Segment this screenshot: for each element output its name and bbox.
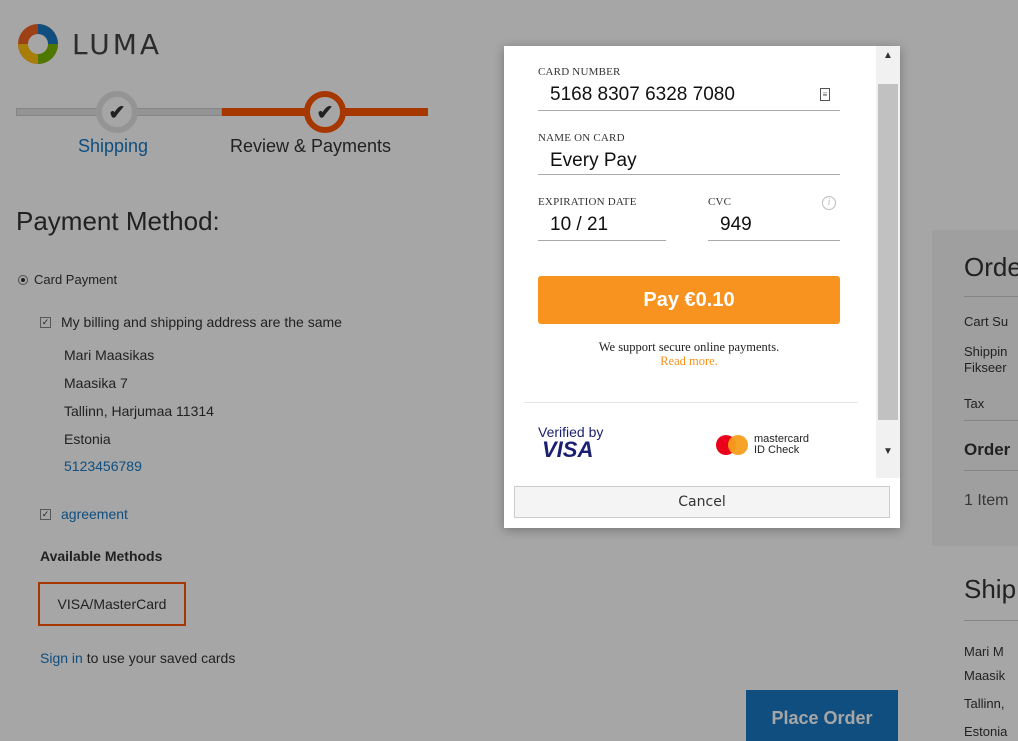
mastercard-line2: ID Check: [754, 444, 800, 456]
mastercard-text: mastercard ID Check: [754, 434, 809, 456]
cvc-label: CVC: [708, 196, 732, 208]
expiration-date-label: EXPIRATION DATE: [538, 196, 637, 208]
scroll-thumb[interactable]: [878, 84, 898, 420]
card-number-underline: [538, 110, 840, 111]
cvc-input[interactable]: 949: [720, 214, 752, 236]
name-underline: [538, 174, 840, 175]
expiration-underline: [538, 240, 666, 241]
cvc-underline: [708, 240, 840, 241]
modal-divider: [524, 402, 858, 403]
card-form: CARD NUMBER 5168 8307 6328 7080 ≡ NAME O…: [504, 46, 876, 478]
mastercard-icon: [716, 435, 748, 455]
visa-text: VISA: [542, 437, 594, 462]
secure-payments-text: We support secure online payments.: [598, 340, 780, 354]
card-number-label: CARD NUMBER: [538, 66, 621, 78]
card-payment-modal: CARD NUMBER 5168 8307 6328 7080 ≡ NAME O…: [504, 46, 900, 528]
mastercard-id-check-logo: mastercard ID Check: [716, 434, 809, 456]
scroll-up-arrow-icon[interactable]: ▲: [876, 50, 900, 70]
read-more-link[interactable]: Read more.: [538, 354, 840, 369]
verified-by-visa-logo: Verified by VISA: [538, 424, 603, 462]
name-on-card-label: NAME ON CARD: [538, 132, 625, 144]
info-icon[interactable]: i: [822, 196, 836, 210]
name-on-card-input[interactable]: Every Pay: [550, 150, 637, 172]
modal-scrollbar[interactable]: ▲ ▼: [876, 46, 900, 478]
card-icon: ≡: [820, 88, 830, 101]
expiration-date-input[interactable]: 10 / 21: [550, 214, 608, 236]
scroll-down-arrow-icon[interactable]: ▼: [876, 446, 900, 466]
pay-button[interactable]: Pay €0.10: [538, 276, 840, 324]
card-number-input[interactable]: 5168 8307 6328 7080: [550, 84, 735, 106]
cancel-button[interactable]: Cancel: [514, 486, 890, 518]
